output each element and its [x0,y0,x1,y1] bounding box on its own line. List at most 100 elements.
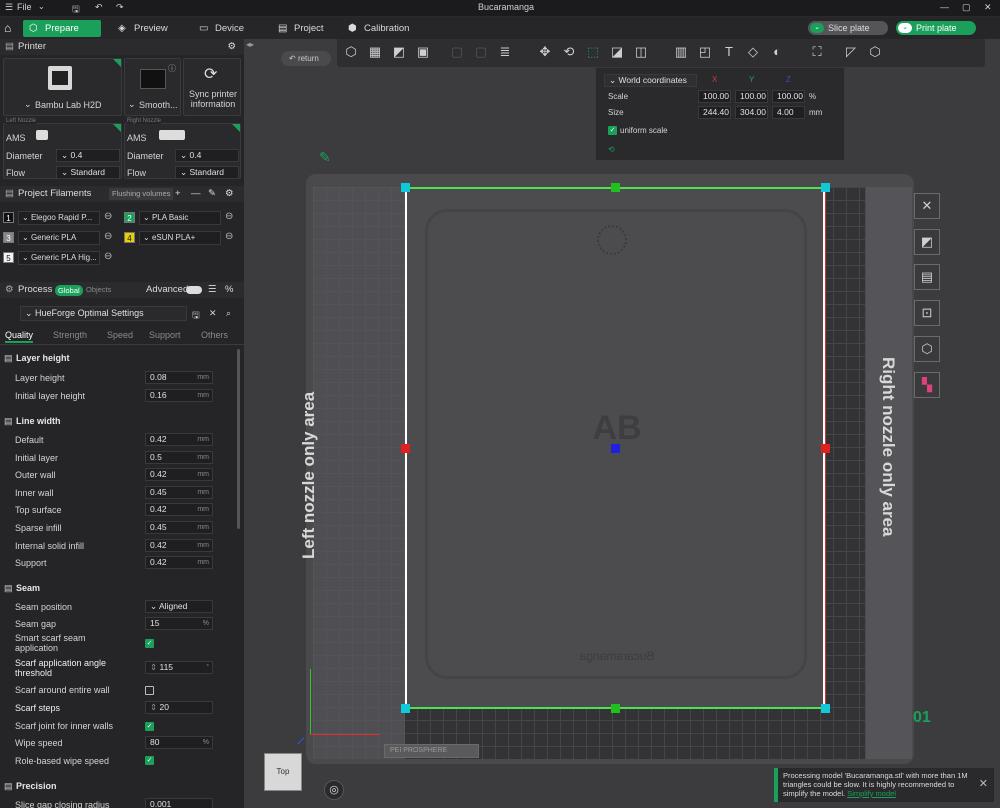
scarf-inner-checkbox[interactable]: ✓ [145,722,154,731]
search-icon[interactable]: ⌕ [226,308,231,319]
printer-select[interactable]: ⌄ Bambu Lab H2D [3,58,122,116]
tab-preview[interactable]: ◈ Preview [112,20,187,37]
setting-input[interactable]: 0.08 mm [145,371,213,384]
scale-handle[interactable] [611,704,620,713]
close-icon[interactable]: ✕ [209,308,217,319]
scale-x-input[interactable]: 100.00 [698,90,731,103]
filament-color-swatch[interactable]: 3 [3,232,14,243]
return-button[interactable]: ↶ return [281,51,331,66]
setting-input[interactable]: 0.42 mm [145,503,213,517]
mesh-boolean-icon[interactable]: ▥ [671,42,691,62]
redo-icon[interactable]: ↷ [116,2,124,13]
seam-position-select[interactable]: ⌄ Aligned [145,600,213,613]
measure-icon[interactable]: ⛶ [807,42,827,62]
filament-color-swatch[interactable]: 1 [3,212,14,223]
color-painting-icon[interactable]: ◇ [743,42,763,62]
reset-scale-icon[interactable]: ⟲ [608,145,615,154]
layers-editing-icon[interactable]: ≣ [495,42,515,62]
arrange-plate-button[interactable]: ▤ [914,264,940,290]
lock-plate-button[interactable]: ⊡ [914,300,940,326]
scale-icon[interactable]: ⬚ [583,42,603,62]
support-painting-icon[interactable]: ◰ [695,42,715,62]
filament-select[interactable]: ⌄ eSUN PLA+ [139,231,221,245]
setting-input[interactable]: 0.42 mm [145,433,213,446]
split-objects-icon[interactable]: ▢ [447,42,467,62]
filament-color-swatch[interactable]: 5 [3,252,14,263]
tab-prepare[interactable]: ⬡ Prepare [23,20,101,37]
edit-icon[interactable]: ✎ [208,186,216,202]
scale-y-input[interactable]: 100.00 [735,90,768,103]
simplify-model-link[interactable]: Simplify model [847,789,896,798]
left-flow-select[interactable]: ⌄ Standard [56,166,120,179]
undo-icon[interactable]: ↶ [95,2,103,13]
lay-on-face-icon[interactable]: ◪ [607,42,627,62]
close-window-icon[interactable]: ✕ [984,2,992,13]
filament-color-swatch[interactable]: 2 [124,212,135,223]
3d-viewport[interactable]: ◂▸ ↶ return ⬡ ▦ ◩ ▣ ▢ ▢ ≣ ✥ ⟲ ⬚ ◪ ◫ ▥ ◰ … [244,39,1000,808]
file-menu[interactable]: File [17,2,32,12]
scale-handle[interactable] [821,704,830,713]
remove-filament-icon[interactable]: ⊖ [225,231,233,242]
setting-input[interactable]: 0.45 mm [145,485,213,499]
role-wipe-checkbox[interactable]: ✓ [145,756,154,765]
setting-input[interactable]: 0.16 mm [145,388,213,402]
scarf-steps-input[interactable]: ⇕ 20 [145,701,213,714]
coordinate-system-select[interactable]: ⌄ World coordinates [604,74,697,87]
seam-painting-icon[interactable]: ◐ [767,42,787,62]
minimize-icon[interactable]: — [940,2,949,12]
plate-settings-button[interactable]: ⬡ [914,336,940,362]
remove-filament-icon[interactable]: ⊖ [104,231,112,242]
process-preset-select[interactable]: ⌄ HueForge Optimal Settings [20,306,187,321]
brim-ears-icon[interactable]: ⬡ [865,42,885,62]
ams-icon[interactable] [36,130,48,140]
list-icon[interactable]: ☰ [208,282,217,298]
arrange-icon[interactable]: ▣ [413,42,433,62]
setting-input[interactable]: 0.42 mm [145,556,213,570]
save-icon[interactable]: 🖫 [72,2,80,18]
scrollbar[interactable] [237,349,240,529]
info-icon[interactable]: ⓘ [168,63,176,74]
collapse-sidebar-icon[interactable]: ◂▸ [246,40,254,49]
add-plate-icon[interactable]: ▦ [365,42,385,62]
left-diameter-select[interactable]: ⌄ 0.4 [56,149,120,162]
tab-calibration[interactable]: ⬢ Calibration [342,20,432,37]
filament-select[interactable]: ⌄ Generic PLA [18,231,100,245]
add-object-icon[interactable]: ⬡ [341,42,361,62]
filament-select[interactable]: ⌄ PLA Basic [139,211,221,225]
seam-gap-input[interactable]: 15% [145,617,213,630]
tab-speed[interactable]: Speed [107,330,133,340]
scale-handle[interactable] [611,444,620,453]
text-icon[interactable]: T [719,42,739,62]
home-icon[interactable]: ⌂ [4,21,11,35]
save-preset-icon[interactable]: 🖫 [192,308,200,324]
menu-icon[interactable]: ☰ [5,2,13,13]
cut-icon[interactable]: ◫ [631,42,651,62]
tab-others[interactable]: Others [201,330,228,340]
wipe-speed-input[interactable]: 80% [145,736,213,749]
filament-color-swatch[interactable]: 4 [124,232,135,243]
tab-device[interactable]: ▭ Device [193,20,263,37]
chevron-down-icon[interactable]: ⌄ [38,2,45,11]
tab-strength[interactable]: Strength [53,330,87,340]
auto-orient-icon[interactable]: ◩ [389,42,409,62]
gear-icon[interactable]: ⚙ [227,39,236,55]
global-toggle[interactable]: Global [55,285,83,296]
ams-icon[interactable] [159,130,185,140]
slice-plate-button[interactable]: ⌄ Slice plate [808,21,888,35]
move-icon[interactable]: ✥ [535,42,555,62]
gear-icon[interactable]: ⚙ [225,186,234,202]
add-icon[interactable]: + [175,186,181,202]
scale-handle[interactable] [401,704,410,713]
maximize-icon[interactable]: ▢ [962,2,971,13]
remove-filament-icon[interactable]: ⊖ [225,211,233,222]
rotate-icon[interactable]: ⟲ [559,42,579,62]
filament-select[interactable]: ⌄ Generic PLA Hig... [18,251,100,265]
sync-printer-button[interactable]: ⟳ Sync printer information [183,58,241,116]
setting-input[interactable]: 0.42 mm [145,468,213,482]
close-notification-icon[interactable]: ✕ [979,777,988,790]
setting-input[interactable]: 0.42 mm [145,538,213,552]
orient-plate-button[interactable]: ◩ [914,229,940,255]
objects-toggle[interactable]: Objects [86,282,111,298]
edit-plate-name-icon[interactable]: ✎ [319,149,331,166]
scarf-angle-input[interactable]: ⇕ 115 ° [145,661,213,674]
